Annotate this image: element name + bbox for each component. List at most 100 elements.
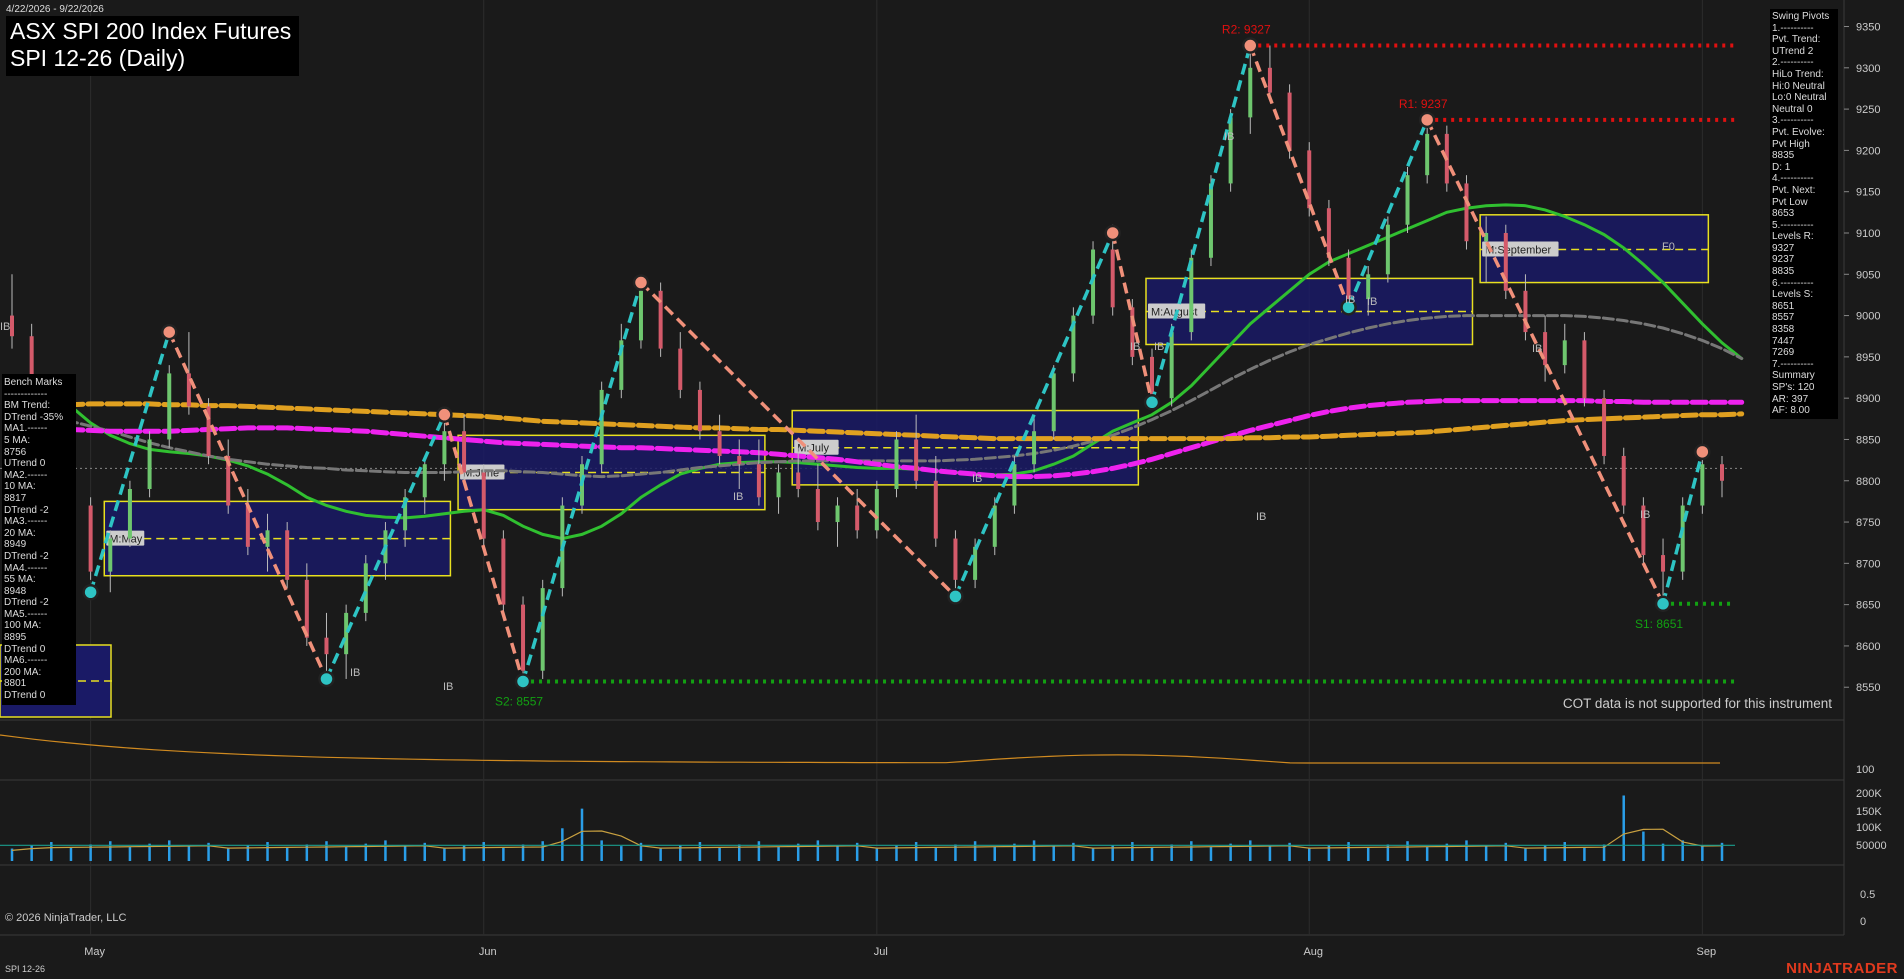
candle-body [1621,455,1626,506]
time-axis-label: May [84,946,105,958]
panel-line: 3.---------- [1772,115,1814,127]
oscillator-line [0,734,1720,764]
candle-body [88,505,93,572]
range-box-label: M:September [1485,245,1551,257]
bar-annotation: IB [972,473,982,485]
price-tick-label: 8550 [1856,682,1880,694]
price-chart[interactable]: May Jun Jul Aug Sep 8550 8600 8650 8700 8750 8800 8… [0,0,1904,979]
swing-pivot-marker [318,670,335,688]
brand-logo: NINJATRADER [1786,960,1898,977]
bench-marks-panel: Bench Marks ------------- BM Trend: DTrend … [2,374,76,705]
panel-line: MA3.------ [4,516,48,528]
panel-line: D: 1 [1772,161,1791,173]
candle-body [501,538,506,605]
panel-line: SP's: 120 [1772,382,1815,393]
panel-line: DTrend -35% [4,411,64,423]
candle-body [1208,183,1213,258]
panel-line: MA1.------ [4,423,48,435]
price-tick-label: 9300 [1856,63,1880,75]
price-tick-label: 8750 [1856,517,1880,529]
panel-line: 4.---------- [1772,173,1814,185]
candle-body [796,472,801,490]
level-label: S2: 8557 [495,694,543,708]
candle-body [344,612,349,655]
candle-body [1425,133,1430,176]
bar-annotation: IB [1224,131,1234,143]
panel-line: 8948 [4,585,27,597]
swing-pivot-marker [82,583,99,601]
swing-pivot-marker [160,323,178,341]
panel-line: DTrend 0 [4,643,46,655]
panel-line: Bench Marks [4,377,63,388]
bar-annotation: IB [1367,296,1377,308]
candle-body [855,505,860,531]
candle-body [756,464,761,498]
candle-body [442,431,447,465]
chart-title: ASX SPI 200 Index Futures [10,18,292,44]
candle-body [1405,175,1410,225]
panel-line: 100 MA: [4,620,42,632]
panel-line: Pvt. Next: [1772,184,1816,196]
volume-tick-label: 200K [1856,788,1882,800]
candle-body [1602,398,1607,456]
panel-line: 9237 [1772,254,1795,266]
panel-line: Lo:0 Neutral [1772,92,1827,104]
bar-annotation: IB [1532,343,1542,355]
panel-line: DTrend -2 [4,550,49,562]
panel-line: 8756 [4,446,27,458]
swing-pivot-marker [1143,394,1161,411]
candle-body [1346,257,1351,300]
panel-line: ------------- [4,388,48,400]
level-label: R1: 9237 [1399,97,1448,111]
candle-body [914,439,919,481]
bar-annotation: IB [1256,511,1266,523]
candle-body [521,604,526,671]
panel-line: DTrend -2 [4,597,49,609]
price-tick-label: 8900 [1856,393,1880,405]
candle-body [1700,464,1705,506]
lower-panel-tick: 0.5 [1860,889,1875,901]
price-tick-label: 8700 [1856,558,1880,570]
panel-line: BM Trend: [4,400,51,412]
panel-line: HiLo Trend: [1772,68,1824,80]
swing-pivot-marker [1694,443,1711,461]
time-axis-label: Sep [1697,946,1717,958]
panel-line: UTrend 0 [4,458,46,470]
swing-pivot-marker [436,406,453,423]
swing-leg [1248,44,1351,308]
panel-line: MA5.------ [4,608,48,620]
candle-body [1267,67,1272,93]
candle-body [973,546,978,580]
swing-pivot-marker [514,673,532,690]
candle-body [462,431,467,473]
panel-line: 8895 [4,632,27,644]
panel-line: 1.---------- [1772,22,1814,34]
price-tick-label: 9000 [1856,311,1880,323]
bar-annotation: IB [443,681,453,693]
candle-body [953,538,958,580]
bar-annotation: IB [0,321,10,333]
bar-annotation: IB [350,667,360,679]
panel-line: 8835 [1772,266,1795,278]
candle-body [1385,224,1390,275]
cot-note: COT data is not supported for this instr… [1562,696,1832,711]
panel-line: 8557 [1772,312,1795,324]
swing-pivot-marker [632,274,650,291]
candle-body [285,530,290,580]
candle-body [737,455,742,465]
volume-tick-label: 50000 [1856,840,1887,852]
panel-line: 7.---------- [1772,358,1814,370]
candle-body [933,480,938,539]
lower-panel-tick: 0 [1860,916,1866,928]
swing-pivot-marker [1242,37,1259,54]
swing-pivot-marker [947,588,964,605]
bar-annotation: IB [1154,341,1164,353]
price-tick-label: 8950 [1856,352,1880,364]
candle-body [1051,373,1056,432]
price-tick-label: 9050 [1856,269,1880,281]
candle-body [1248,67,1253,118]
panel-line: Levels R: [1772,231,1814,243]
instrument-label: SPI 12-26 [5,964,46,974]
bar-annotation: IB [733,491,743,503]
bar-annotation: F0 [1662,241,1675,253]
